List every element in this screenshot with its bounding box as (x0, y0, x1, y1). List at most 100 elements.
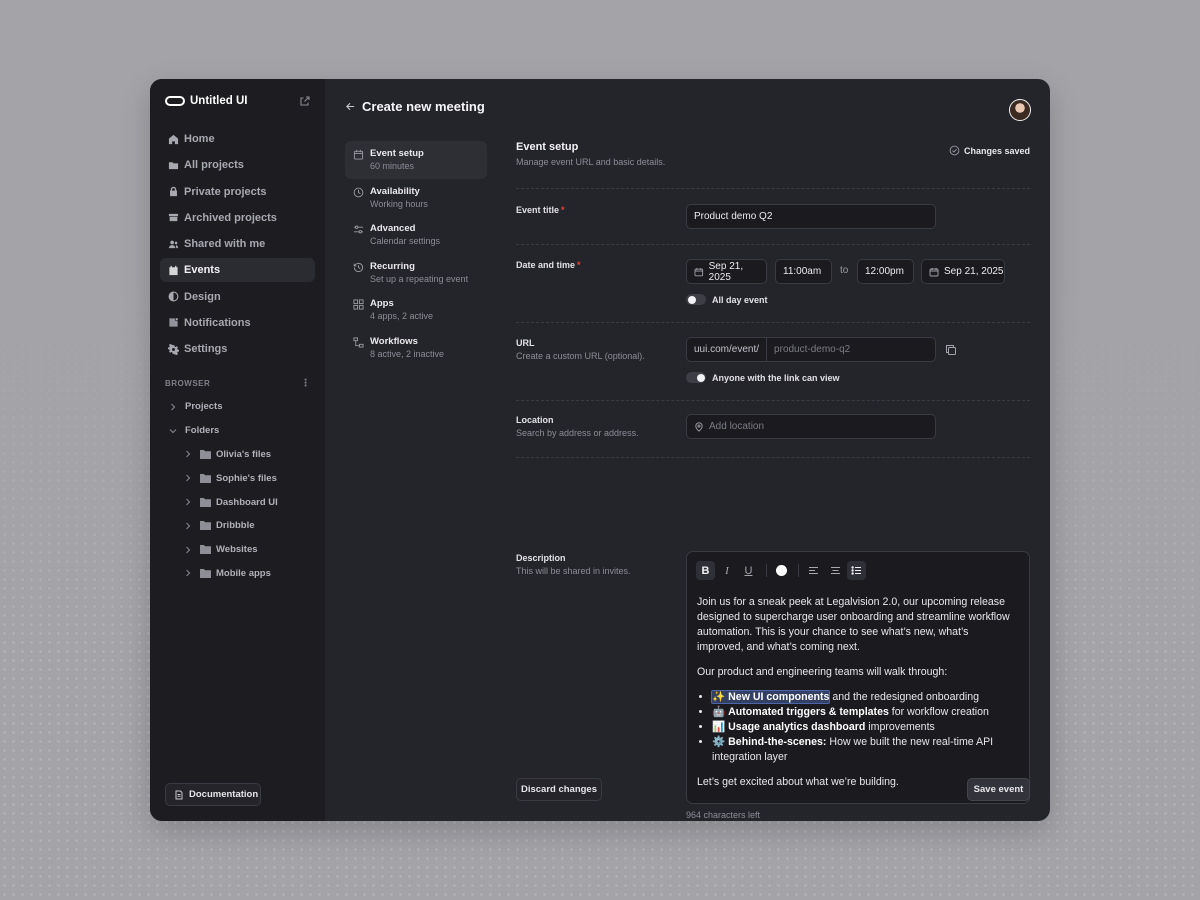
event-title-value: Product demo Q2 (694, 211, 773, 222)
all-day-toggle[interactable] (686, 294, 706, 305)
public-link-toggle[interactable] (686, 372, 706, 383)
description-editor[interactable]: B I U Join us for a sneak peek at Legalv… (686, 551, 1030, 804)
all-day-toggle-row: All day event (686, 294, 768, 305)
description-bullet-list: ✨ New UI components and the redesigned o… (697, 690, 1017, 765)
tree-item-folder[interactable]: Mobile apps (165, 562, 315, 586)
bold-button[interactable]: B (696, 561, 715, 580)
description-paragraph: Join us for a sneak peek at Legalvision … (697, 596, 1010, 653)
list-item: ⚙️ Behind-the-scenes: How we built the n… (712, 735, 1017, 765)
event-title-label: Event title * (516, 205, 565, 215)
map-pin-icon (695, 421, 703, 432)
sidebar-item-archived-projects[interactable]: Archived projects (160, 206, 315, 230)
history-icon (353, 262, 364, 272)
brand: Untitled UI (165, 93, 311, 109)
folder-icon (200, 545, 211, 555)
location-input[interactable]: Add location (686, 414, 936, 439)
step-title: Apps (370, 298, 394, 309)
tree-item-folder[interactable]: Dashboard UI (165, 490, 315, 514)
divider (516, 188, 1030, 189)
step-apps[interactable]: Apps 4 apps, 2 active (345, 291, 487, 329)
calendar-icon (169, 265, 178, 275)
calendar-icon (929, 267, 939, 276)
sidebar-item-all-projects[interactable]: All projects (160, 153, 315, 177)
app-window: Untitled UI Home All projects Private pr… (150, 79, 1050, 821)
sidebar-item-notifications[interactable]: Notifications (160, 311, 315, 335)
changes-saved-status: Changes saved (949, 145, 1030, 156)
sidebar-item-label: Archived projects (184, 211, 277, 224)
folder-icon (200, 473, 211, 483)
sidebar-item-settings[interactable]: Settings (160, 337, 315, 361)
tree-item-projects[interactable]: Projects (165, 395, 315, 419)
sidebar-item-events[interactable]: Events (160, 258, 315, 283)
step-recurring[interactable]: Recurring Set up a repeating event (345, 254, 487, 292)
bell-icon (169, 317, 179, 327)
tree-item-label: Dashboard UI (216, 496, 278, 508)
tree-item-folder[interactable]: Olivia's files (165, 443, 315, 467)
more-vertical-icon[interactable]: ⋮ (301, 378, 312, 389)
editor-content[interactable]: Join us for a sneak peek at Legalvision … (697, 595, 1017, 800)
align-center-button[interactable] (826, 561, 845, 580)
main-content: Create new meeting Event setup 60 minutes… (325, 79, 1050, 821)
text-color-button[interactable] (772, 561, 791, 580)
url-label: URL (516, 338, 535, 348)
list-item: 📊 Usage analytics dashboard improvements (712, 720, 1017, 735)
documentation-button[interactable]: Documentation (165, 783, 261, 806)
sidebar-item-design[interactable]: Design (160, 285, 315, 309)
chevron-right-icon (186, 522, 191, 530)
bullet-list-button[interactable] (847, 561, 866, 580)
divider (516, 400, 1030, 401)
save-event-button[interactable]: Save event (967, 778, 1030, 801)
copy-icon[interactable] (945, 344, 957, 356)
start-time-select[interactable]: 11:00am (775, 259, 832, 284)
page-title: Create new meeting (362, 99, 485, 114)
tree-item-folders[interactable]: Folders (165, 419, 315, 443)
chevron-right-icon (171, 403, 176, 411)
to-label: to (840, 265, 849, 276)
chevron-right-icon (186, 546, 191, 554)
section-subtitle: Manage event URL and basic details. (516, 157, 666, 167)
sidebar-nav: Home All projects Private projects Archi… (160, 127, 315, 363)
page-header: Create new meeting (345, 99, 485, 114)
brand-logo-icon (165, 96, 185, 106)
end-date-picker[interactable]: Sep 21, 2025 (921, 259, 1005, 284)
align-left-button[interactable] (804, 561, 823, 580)
location-placeholder: Add location (709, 421, 765, 432)
step-event-setup[interactable]: Event setup 60 minutes (345, 141, 487, 179)
end-time-select[interactable]: 12:00pm (857, 259, 914, 284)
sidebar-item-home[interactable]: Home (160, 127, 315, 151)
arrow-left-icon[interactable] (345, 101, 356, 112)
chevron-right-icon (186, 570, 191, 577)
sidebar-item-shared-with-me[interactable]: Shared with me (160, 232, 315, 256)
event-title-input[interactable]: Product demo Q2 (686, 204, 936, 229)
tree-item-folder[interactable]: Websites (165, 538, 315, 562)
tree-item-folder[interactable]: Dribbble (165, 514, 315, 538)
grid-icon (353, 299, 364, 310)
underline-button[interactable]: U (739, 561, 758, 580)
discard-changes-button[interactable]: Discard changes (516, 778, 602, 801)
toolbar-divider (765, 564, 767, 577)
step-availability[interactable]: Availability Working hours (345, 179, 487, 217)
bullet-bold: Automated triggers & templates (728, 706, 889, 718)
tree-item-folder[interactable]: Sophie's files (165, 466, 315, 490)
bullet-emoji: 🤖 (712, 706, 726, 718)
tree-item-label: Sophie's files (216, 472, 277, 484)
step-advanced[interactable]: Advanced Calendar settings (345, 216, 487, 254)
folder-icon (200, 497, 211, 507)
italic-button[interactable]: I (718, 561, 737, 580)
description-paragraph: Our product and engineering teams will w… (697, 666, 948, 678)
characters-left: 964 characters left (686, 810, 761, 820)
event-setup-form: Event setup Manage event URL and basic d… (516, 141, 1030, 821)
step-workflows[interactable]: Workflows 8 active, 2 inactive (345, 329, 487, 367)
external-link-icon[interactable] (299, 95, 311, 107)
sidebar-item-private-projects[interactable]: Private projects (160, 180, 315, 204)
avatar[interactable] (1009, 99, 1031, 121)
start-date-picker[interactable]: Sep 21, 2025 (686, 259, 767, 284)
sidebar-item-label: Private projects (184, 185, 267, 198)
chevron-down-icon (169, 428, 177, 434)
step-title: Availability (370, 185, 420, 197)
url-input[interactable]: uui.com/event/ product-demo-q2 (686, 337, 936, 362)
tree-item-label: Folders (185, 425, 220, 437)
url-prefix: uui.com/event/ (694, 338, 768, 361)
bullet-rest: for workflow creation (888, 706, 989, 718)
all-day-label: All day event (712, 294, 768, 305)
